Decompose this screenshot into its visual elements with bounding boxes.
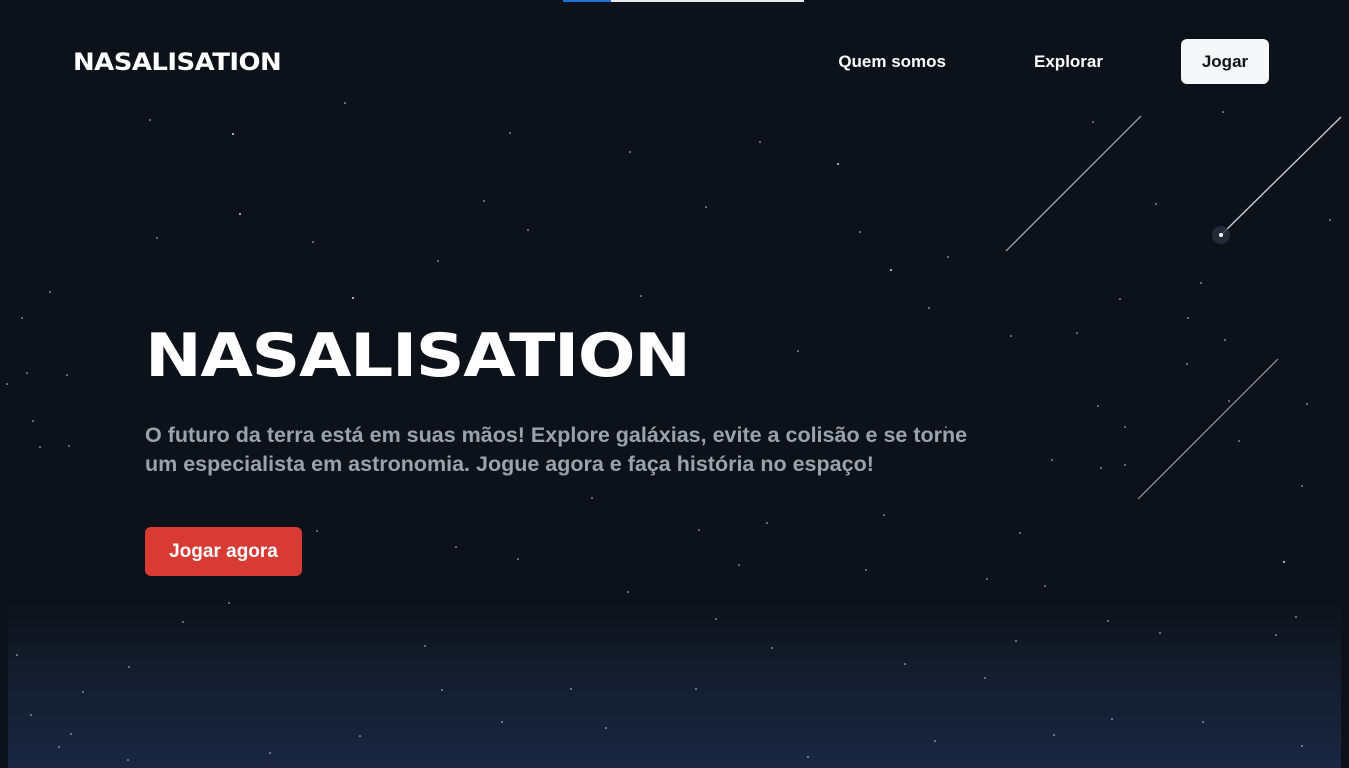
loading-progress-bar <box>563 0 804 2</box>
page: NASALISATION Quem somos Explorar Jogar N… <box>0 0 1349 768</box>
brand-logo[interactable]: NASALISATION <box>73 50 282 74</box>
play-now-button[interactable]: Jogar agora <box>145 527 302 576</box>
hero-description: O futuro da terra está em suas mãos! Exp… <box>145 423 968 476</box>
shooting-star <box>1220 116 1342 236</box>
nav-play-button[interactable]: Jogar <box>1181 39 1269 84</box>
loading-progress-fill <box>563 0 612 2</box>
shooting-star <box>1005 115 1142 252</box>
nav-link-quem-somos[interactable]: Quem somos <box>838 52 946 72</box>
shooting-star-head <box>1219 233 1223 237</box>
nav-link-explorar[interactable]: Explorar <box>1034 52 1103 72</box>
hero-title: NASALISATION <box>145 321 691 391</box>
main-nav: Quem somos Explorar Jogar <box>838 39 1269 84</box>
shooting-star <box>1137 358 1279 500</box>
